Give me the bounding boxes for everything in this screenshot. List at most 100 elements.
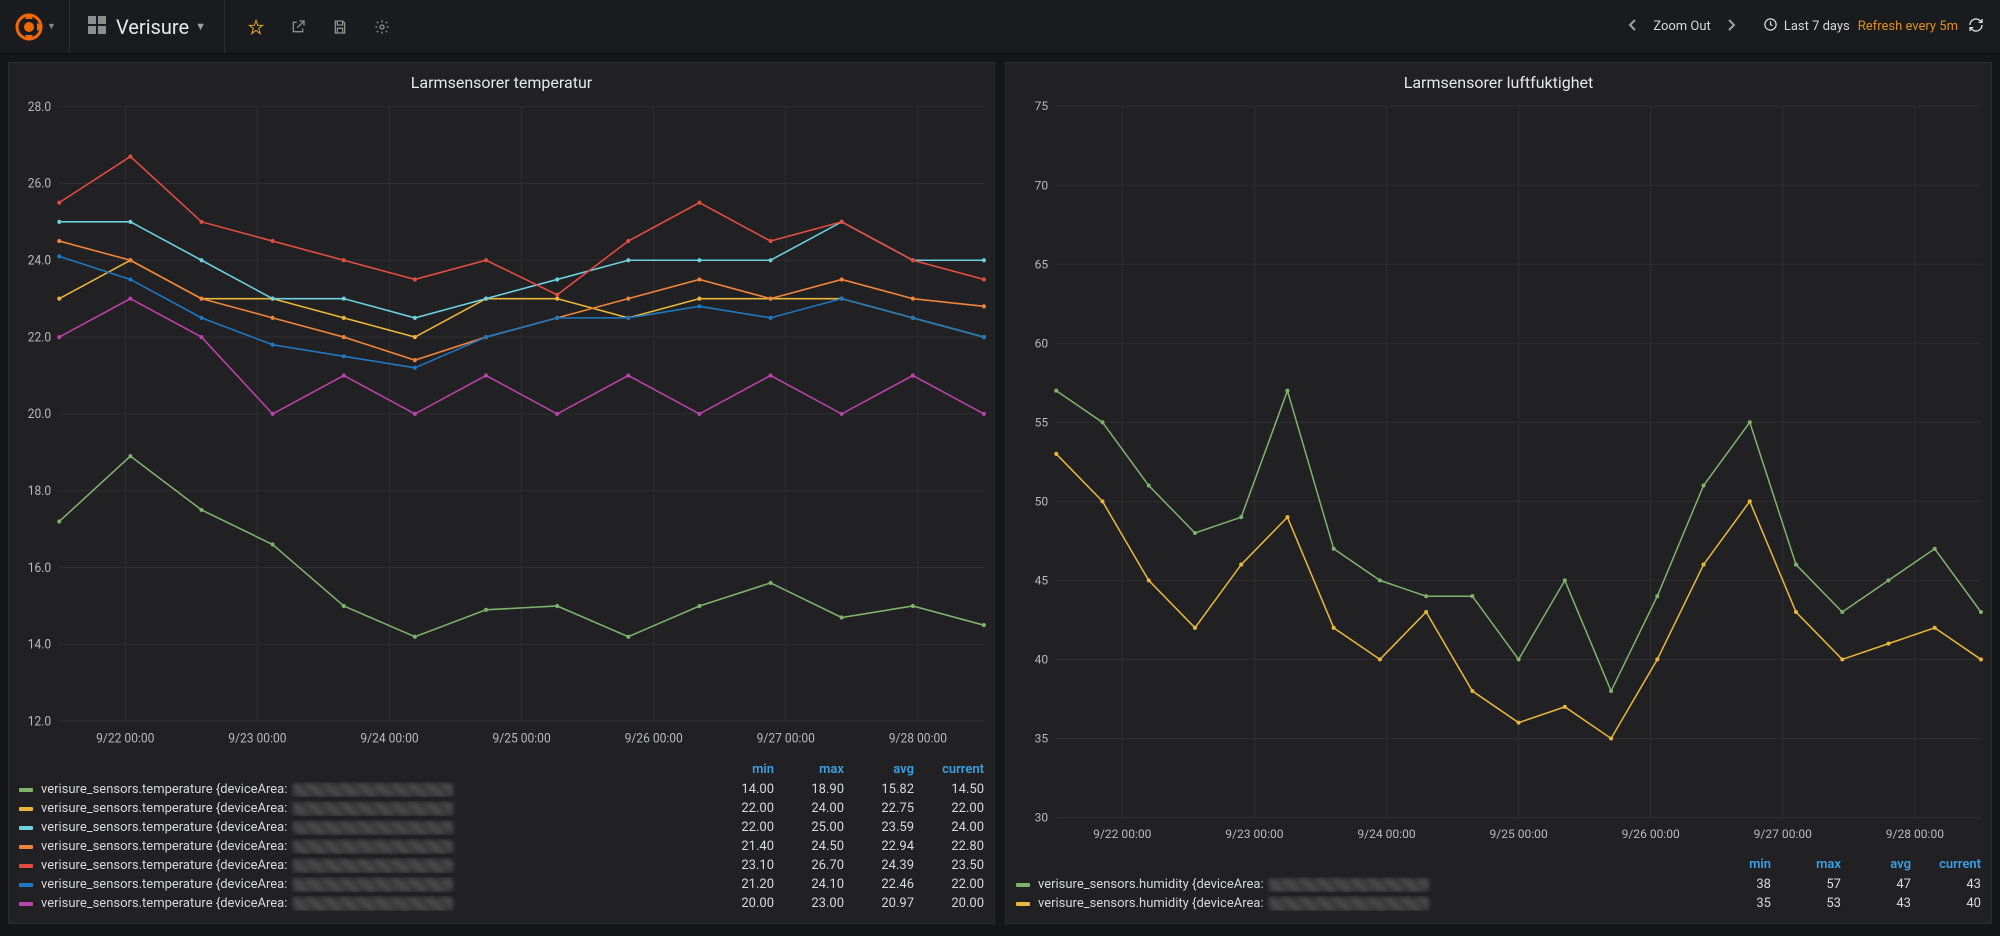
topbar: ▼ Verisure ▼ Zoom Out <box>0 0 2000 54</box>
svg-text:20.0: 20.0 <box>28 408 52 422</box>
svg-text:28.0: 28.0 <box>28 101 52 115</box>
legend-val-max: 24.10 <box>774 877 844 892</box>
share-button[interactable] <box>277 0 319 54</box>
legend-swatch <box>19 864 33 868</box>
svg-text:26.0: 26.0 <box>28 177 52 191</box>
legend-row[interactable]: verisure_sensors.temperature {deviceArea… <box>19 799 984 818</box>
svg-text:9/23 00:00: 9/23 00:00 <box>228 732 286 746</box>
legend-row[interactable]: verisure_sensors.temperature {deviceArea… <box>19 875 984 894</box>
svg-text:9/23 00:00: 9/23 00:00 <box>1225 827 1283 841</box>
legend-val-max: 23.00 <box>774 896 844 911</box>
time-controls: Zoom Out Last 7 days Refresh every 5m <box>1619 17 2000 37</box>
legend-val-min: 21.40 <box>704 839 774 854</box>
legend-col-avg[interactable]: avg <box>844 762 914 777</box>
legend-val-min: 22.00 <box>704 801 774 816</box>
svg-text:24.0: 24.0 <box>28 254 52 268</box>
legend-temperature: min max avg current verisure_sensors.tem… <box>9 753 994 923</box>
chart-humidity[interactable]: 303540455055606570759/22 00:009/23 00:00… <box>1006 96 1991 848</box>
svg-text:22.0: 22.0 <box>28 331 52 345</box>
svg-text:65: 65 <box>1035 257 1049 271</box>
legend-val-current: 24.00 <box>914 820 984 835</box>
legend-row[interactable]: verisure_sensors.humidity {deviceArea: 3… <box>1016 875 1981 894</box>
legend-val-max: 53 <box>1771 896 1841 911</box>
svg-text:30: 30 <box>1035 811 1049 825</box>
legend-val-avg: 22.94 <box>844 839 914 854</box>
legend-swatch <box>19 788 33 792</box>
legend-val-min: 35 <box>1701 896 1771 911</box>
save-button[interactable] <box>319 0 361 54</box>
legend-val-max: 18.90 <box>774 782 844 797</box>
legend-col-max[interactable]: max <box>1771 857 1841 872</box>
legend-val-max: 24.00 <box>774 801 844 816</box>
legend-val-min: 22.00 <box>704 820 774 835</box>
legend-val-max: 57 <box>1771 877 1841 892</box>
legend-swatch <box>19 807 33 811</box>
clock-icon <box>1763 17 1778 36</box>
legend-series-name: verisure_sensors.temperature {deviceArea… <box>41 858 704 873</box>
legend-row[interactable]: verisure_sensors.temperature {deviceArea… <box>19 894 984 913</box>
dashboard-title: Verisure <box>116 15 189 39</box>
legend-col-max[interactable]: max <box>774 762 844 777</box>
svg-text:18.0: 18.0 <box>28 485 52 499</box>
refresh-button[interactable] <box>1968 17 1984 37</box>
svg-text:75: 75 <box>1035 99 1049 113</box>
legend-val-min: 14.00 <box>704 782 774 797</box>
legend-series-name: verisure_sensors.temperature {deviceArea… <box>41 820 704 835</box>
legend-val-max: 24.50 <box>774 839 844 854</box>
legend-val-avg: 43 <box>1841 896 1911 911</box>
legend-val-current: 22.00 <box>914 801 984 816</box>
legend-swatch <box>19 902 33 906</box>
legend-row[interactable]: verisure_sensors.humidity {deviceArea: 3… <box>1016 894 1981 913</box>
time-range-picker[interactable]: Last 7 days <box>1784 19 1850 34</box>
legend-val-avg: 20.97 <box>844 896 914 911</box>
panel-title: Larmsensorer luftfuktighet <box>1006 63 1991 96</box>
settings-button[interactable] <box>361 0 403 54</box>
legend-val-min: 20.00 <box>704 896 774 911</box>
svg-text:16.0: 16.0 <box>28 562 52 576</box>
legend-val-avg: 22.46 <box>844 877 914 892</box>
svg-text:9/28 00:00: 9/28 00:00 <box>1886 827 1944 841</box>
svg-text:14.0: 14.0 <box>28 638 52 652</box>
legend-val-current: 22.80 <box>914 839 984 854</box>
chart-temperature[interactable]: 12.014.016.018.020.022.024.026.028.09/22… <box>9 96 994 753</box>
panel-title: Larmsensorer temperatur <box>9 63 994 96</box>
time-forward-button[interactable] <box>1717 17 1745 37</box>
legend-swatch <box>19 883 33 887</box>
legend-swatch <box>1016 902 1030 906</box>
zoom-out-button[interactable]: Zoom Out <box>1647 19 1716 34</box>
legend-val-min: 23.10 <box>704 858 774 873</box>
refresh-interval-picker[interactable]: Refresh every 5m <box>1858 19 1958 34</box>
dashboard-title-selector[interactable]: Verisure ▼ <box>70 0 225 54</box>
legend-val-avg: 23.59 <box>844 820 914 835</box>
star-button[interactable] <box>235 0 277 54</box>
legend-val-current: 23.50 <box>914 858 984 873</box>
legend-val-current: 43 <box>1911 877 1981 892</box>
legend-swatch <box>19 826 33 830</box>
svg-text:9/25 00:00: 9/25 00:00 <box>492 732 550 746</box>
legend-col-current[interactable]: current <box>914 762 984 777</box>
time-back-button[interactable] <box>1619 17 1647 37</box>
legend-series-name: verisure_sensors.temperature {deviceArea… <box>41 877 704 892</box>
legend-col-min[interactable]: min <box>704 762 774 777</box>
legend-series-name: verisure_sensors.humidity {deviceArea: <box>1038 877 1701 892</box>
svg-text:9/22 00:00: 9/22 00:00 <box>1093 827 1151 841</box>
legend-row[interactable]: verisure_sensors.temperature {deviceArea… <box>19 837 984 856</box>
legend-series-name: verisure_sensors.temperature {deviceArea… <box>41 896 704 911</box>
grafana-logo[interactable]: ▼ <box>0 0 70 54</box>
legend-row[interactable]: verisure_sensors.temperature {deviceArea… <box>19 856 984 875</box>
svg-text:12.0: 12.0 <box>28 715 52 729</box>
legend-series-name: verisure_sensors.temperature {deviceArea… <box>41 801 704 816</box>
legend-series-name: verisure_sensors.temperature {deviceArea… <box>41 782 704 797</box>
legend-col-avg[interactable]: avg <box>1841 857 1911 872</box>
svg-text:50: 50 <box>1035 494 1049 508</box>
svg-text:9/25 00:00: 9/25 00:00 <box>1489 827 1547 841</box>
legend-row[interactable]: verisure_sensors.temperature {deviceArea… <box>19 780 984 799</box>
legend-col-current[interactable]: current <box>1911 857 1981 872</box>
svg-text:9/24 00:00: 9/24 00:00 <box>1357 827 1415 841</box>
svg-text:40: 40 <box>1035 652 1049 666</box>
legend-val-avg: 15.82 <box>844 782 914 797</box>
grafana-icon <box>13 11 45 43</box>
legend-row[interactable]: verisure_sensors.temperature {deviceArea… <box>19 818 984 837</box>
legend-col-min[interactable]: min <box>1701 857 1771 872</box>
svg-text:9/27 00:00: 9/27 00:00 <box>1754 827 1812 841</box>
